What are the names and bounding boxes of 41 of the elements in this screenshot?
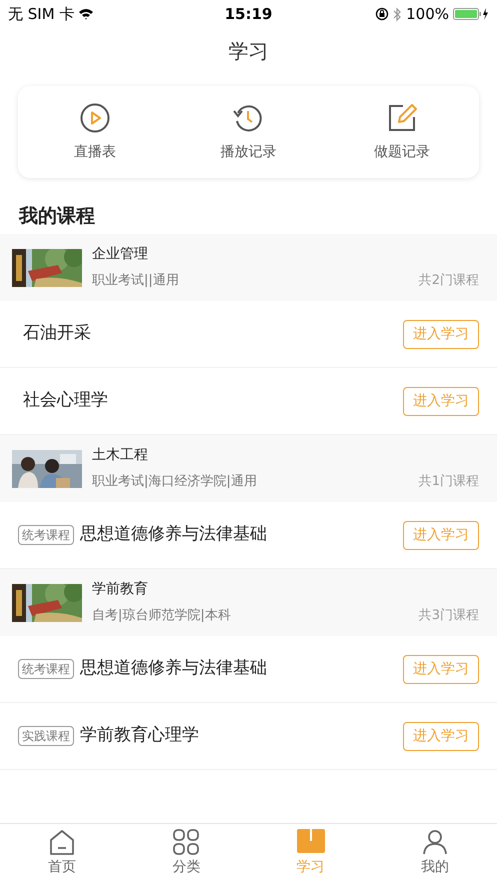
- rotation-lock-icon: [375, 7, 390, 21]
- tab-item[interactable]: 首页: [0, 824, 124, 883]
- play-icon: [78, 102, 111, 134]
- battery-percent: 100%: [406, 4, 449, 25]
- course-title: 石油开采: [22, 322, 91, 346]
- course-count: 共2门课程: [418, 272, 479, 290]
- course-type-tag: 统考课程: [18, 525, 74, 545]
- carrier-text: 无 SIM 卡: [8, 4, 74, 25]
- tab-item[interactable]: 我的: [372, 824, 497, 883]
- course-count: 共3门课程: [418, 607, 479, 626]
- course-group-header[interactable]: 学前教育 自考|琼台师范学院|本科 共3门课程: [0, 569, 497, 636]
- section-title: 我的课程: [19, 204, 95, 228]
- course-group-title: 土木工程: [92, 446, 149, 466]
- course-title: 社会心理学: [22, 389, 108, 412]
- person-icon: [422, 829, 448, 855]
- course-group-title: 学前教育: [92, 580, 149, 600]
- course-group-meta: 职业考试||通用: [92, 272, 179, 290]
- edit-icon: [386, 102, 418, 134]
- course-group-meta: 自考|琼台师范学院|本科: [92, 607, 231, 626]
- grid-icon: [173, 829, 200, 855]
- course-title: 学前教育心理学: [80, 724, 199, 748]
- course-title: 思想道德修养与法律基础: [80, 523, 267, 546]
- battery-charging-icon: [453, 7, 489, 21]
- tab-item[interactable]: 分类: [124, 824, 248, 883]
- book-icon: [296, 829, 325, 855]
- shortcut-button[interactable]: 直播表: [40, 102, 150, 162]
- page-title: 学习: [228, 38, 268, 65]
- wifi-icon: [78, 8, 94, 20]
- course-title: 思想道德修养与法律基础: [80, 657, 267, 680]
- course-group-header[interactable]: 企业管理 职业考试||通用 共2门课程: [0, 234, 497, 301]
- course-type-tag: 统考课程: [18, 659, 74, 679]
- shortcut-button[interactable]: 做题记录: [347, 102, 458, 162]
- course-count: 共1门课程: [418, 473, 479, 492]
- course-group-meta: 职业考试|海口经济学院|通用: [92, 473, 257, 492]
- home-icon: [50, 830, 74, 854]
- course-type-tag: 实践课程: [18, 726, 74, 746]
- course-group-title: 企业管理: [92, 245, 149, 264]
- shortcut-button[interactable]: 播放记录: [193, 102, 304, 162]
- bluetooth-icon: [393, 6, 402, 22]
- course-group-header[interactable]: 土木工程 职业考试|海口经济学院|通用 共1门课程: [0, 435, 497, 502]
- clock-text: 15:19: [224, 4, 272, 25]
